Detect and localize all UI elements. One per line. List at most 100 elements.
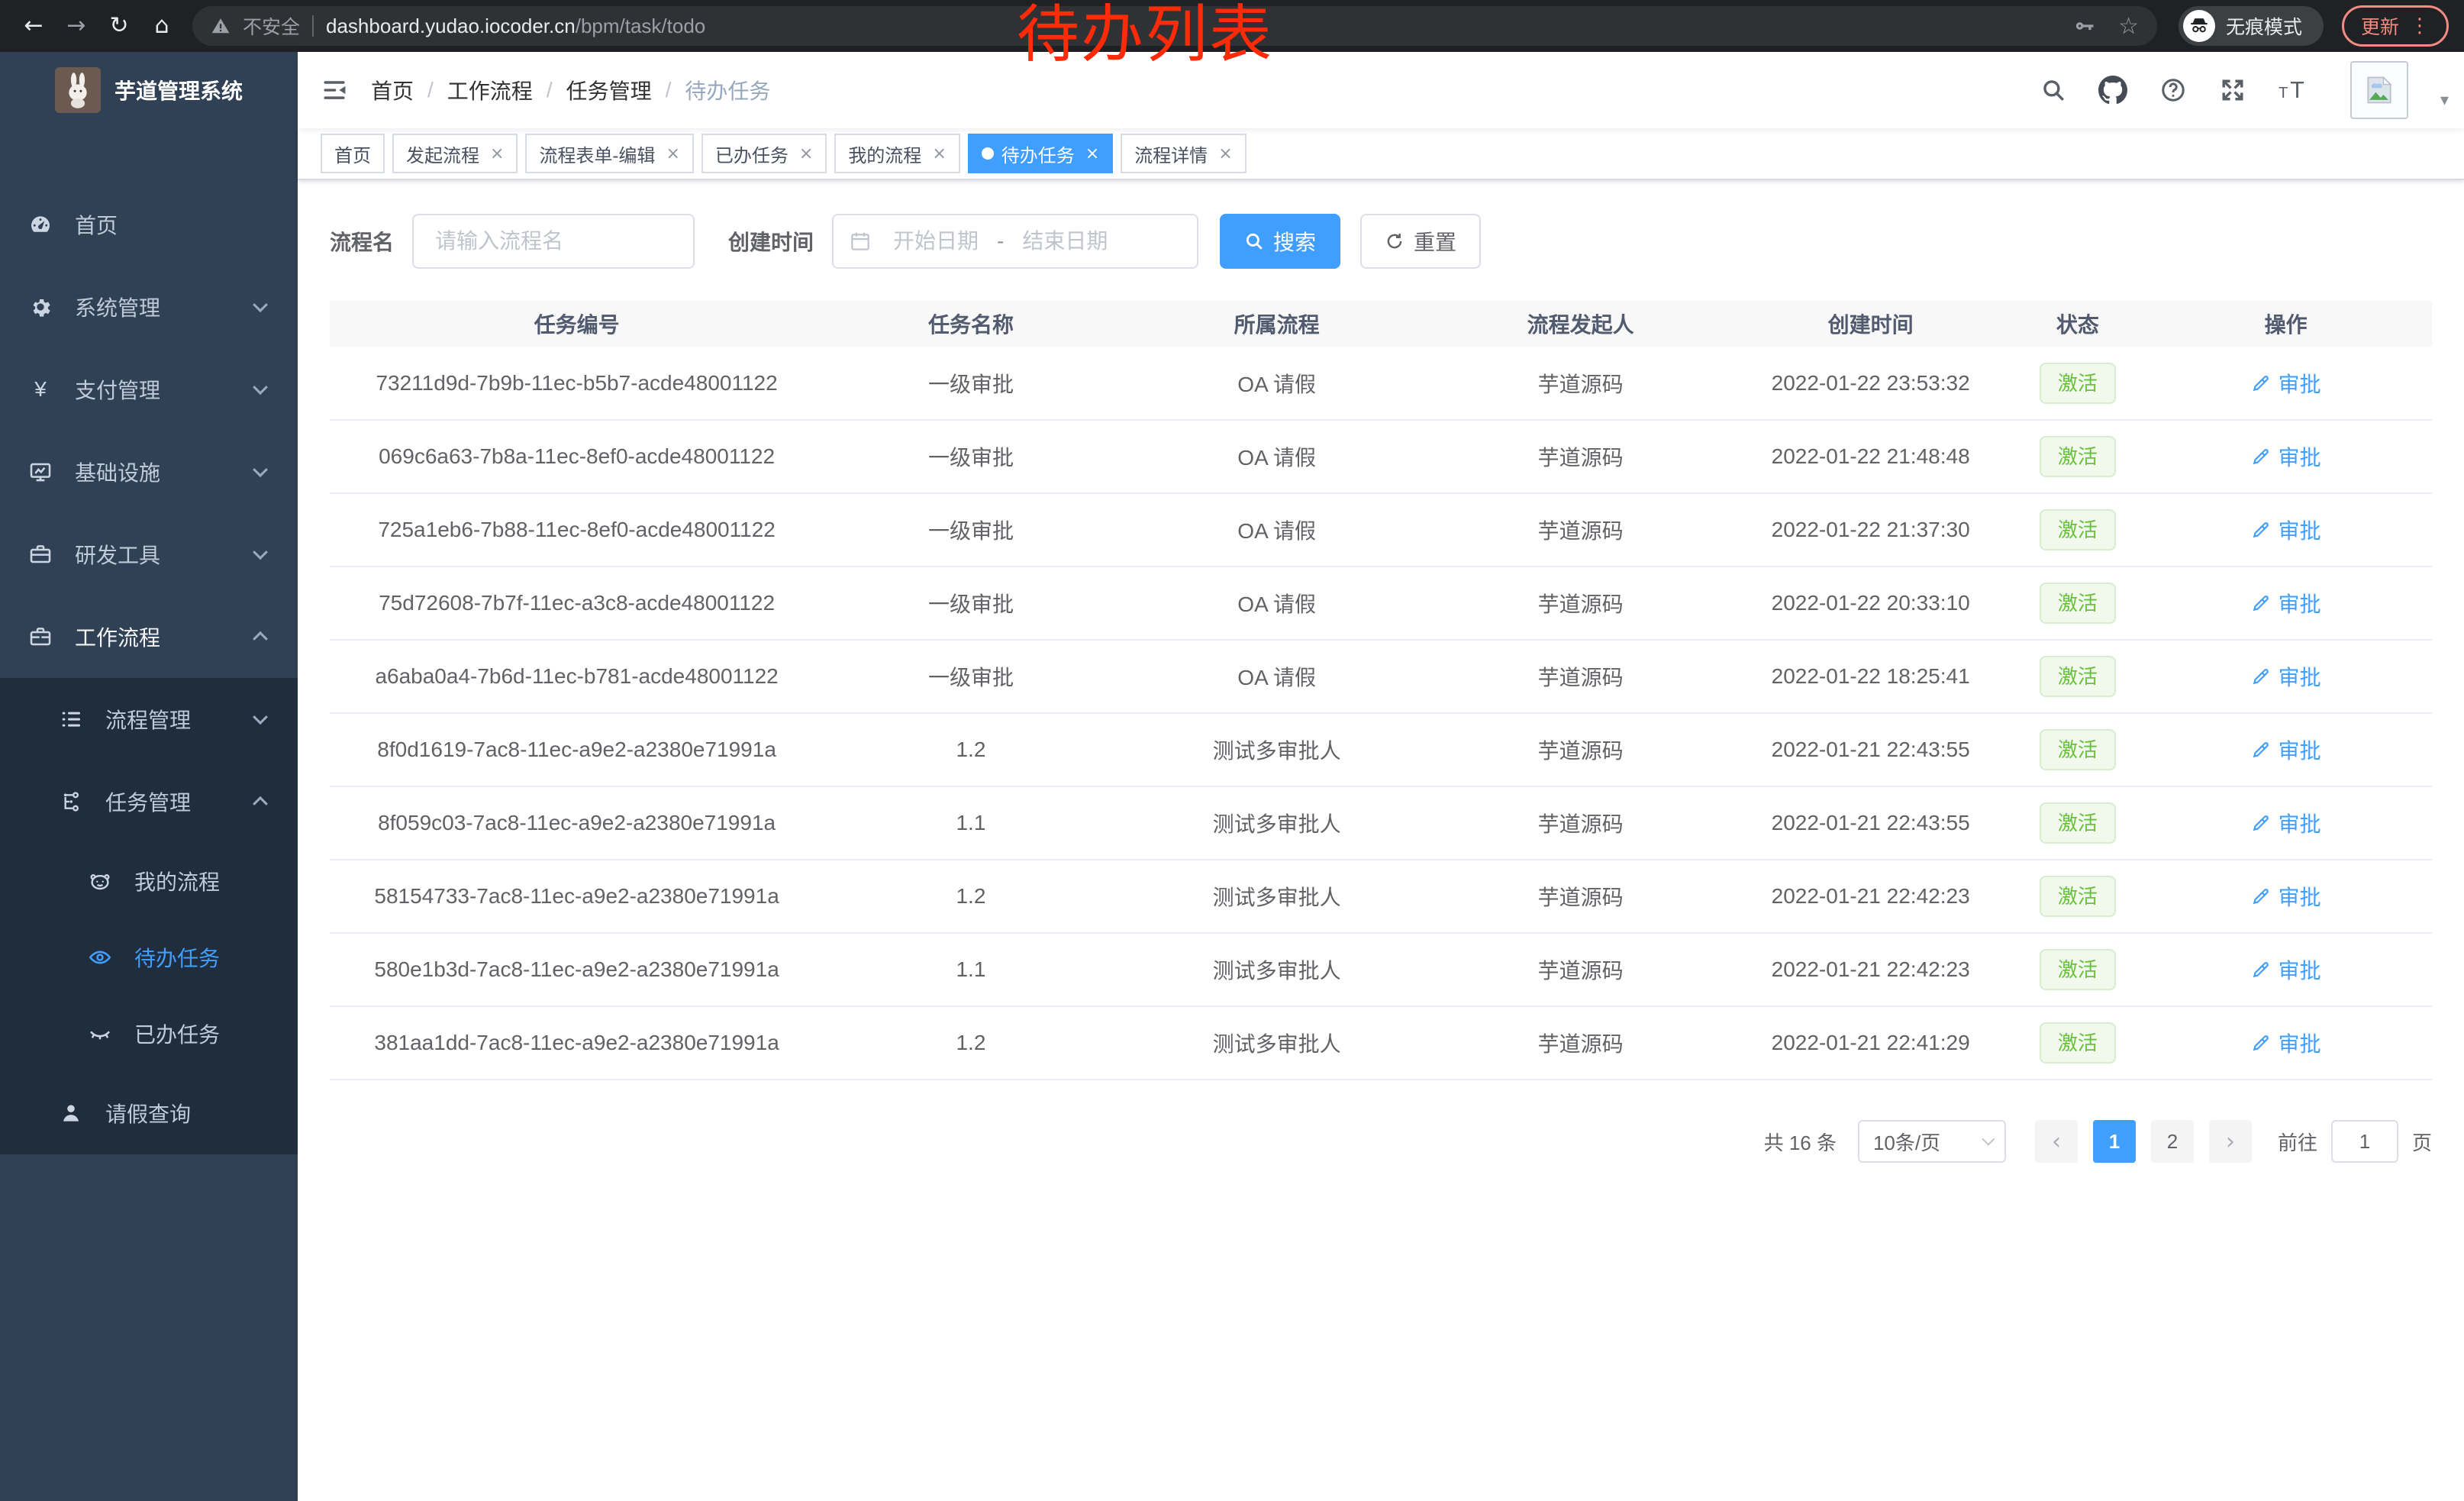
approve-link[interactable]: 审批 (2251, 1028, 2321, 1058)
fullscreen-icon[interactable] (2219, 76, 2246, 104)
github-icon[interactable] (2098, 76, 2127, 105)
table-row: 725a1eb6-7b88-11ec-8ef0-acde48001122一级审批… (330, 493, 2432, 567)
next-page-button[interactable]: › (2209, 1120, 2252, 1163)
eye-closed-icon (87, 1022, 113, 1046)
process-cell: 测试多审批人 (1118, 786, 1436, 860)
avatar[interactable] (2350, 61, 2408, 119)
breadcrumb-item[interactable]: 首页 (371, 75, 414, 105)
approve-link[interactable]: 审批 (2251, 661, 2321, 692)
sidebar-item-person[interactable]: 请假查询 (0, 1072, 298, 1154)
help-icon[interactable] (2159, 76, 2187, 104)
process-cell: OA 请假 (1118, 420, 1436, 493)
sidebar-item-eye-open[interactable]: 待办任务 (0, 919, 298, 996)
approve-label: 审批 (2279, 515, 2321, 545)
key-icon[interactable] (2072, 14, 2097, 38)
sidebar-item-yen[interactable]: ¥支付管理 (0, 348, 298, 431)
approve-link[interactable]: 审批 (2251, 734, 2321, 765)
search-button[interactable]: 搜索 (1220, 214, 1340, 269)
browser-menu-dots-icon[interactable]: ⋮ (2410, 15, 2430, 37)
navbar: 首页/工作流程/任务管理/待办任务 TT (298, 52, 2464, 128)
approve-label: 审批 (2279, 881, 2321, 912)
tab-待办任务[interactable]: 待办任务 × (968, 134, 1113, 173)
chevron-down-icon (253, 297, 268, 312)
tab-label: 我的流程 (848, 140, 921, 167)
browser-update-button[interactable]: 更新 ⋮ (2342, 5, 2449, 47)
end-date-input[interactable] (1007, 229, 1123, 253)
tab-首页[interactable]: 首页 (321, 134, 385, 173)
tab-已办任务[interactable]: 已办任务× (701, 134, 827, 173)
sidebar-item-monitor[interactable]: 基础设施 (0, 431, 298, 513)
approve-link[interactable]: 审批 (2251, 515, 2321, 545)
tab-close-icon[interactable]: × (932, 144, 946, 163)
approve-link[interactable]: 审批 (2251, 588, 2321, 618)
process-name-input[interactable] (412, 214, 695, 269)
approve-link[interactable]: 审批 (2251, 954, 2321, 985)
sidebar-item-dashboard[interactable]: 首页 (0, 183, 298, 266)
approve-link[interactable]: 审批 (2251, 368, 2321, 399)
status-badge: 激活 (2040, 509, 2116, 550)
start-date-input[interactable] (878, 229, 994, 253)
search-icon[interactable] (2040, 77, 2066, 103)
tab-close-icon[interactable]: × (666, 144, 679, 163)
tab-close-icon[interactable]: × (1218, 144, 1232, 163)
sidebar-item-face[interactable]: 我的流程 (0, 843, 298, 919)
action-cell: 审批 (2140, 860, 2432, 933)
status-cell: 激活 (2016, 933, 2140, 1006)
sidebar-item-briefcase[interactable]: 工作流程 (0, 596, 298, 678)
initiator-cell: 芋道源码 (1436, 786, 1726, 860)
page-size-select[interactable]: 10条/页 (1858, 1120, 2006, 1163)
action-cell: 审批 (2140, 713, 2432, 786)
sidebar-collapse-icon[interactable] (298, 52, 371, 128)
reload-icon[interactable]: ↻ (101, 8, 137, 44)
initiator-cell: 芋道源码 (1436, 933, 1726, 1006)
sidebar-item-gear[interactable]: 系统管理 (0, 266, 298, 348)
approve-link[interactable]: 审批 (2251, 881, 2321, 912)
sidebar-item-toolbox[interactable]: 研发工具 (0, 513, 298, 596)
reset-button[interactable]: 重置 (1360, 214, 1481, 269)
font-size-icon[interactable]: TT (2279, 76, 2312, 104)
status-cell: 激活 (2016, 347, 2140, 420)
home-icon[interactable]: ⌂ (144, 8, 180, 44)
status-badge: 激活 (2040, 1022, 2116, 1064)
goto-page-input[interactable] (2331, 1120, 2398, 1163)
tab-close-icon[interactable]: × (490, 144, 504, 163)
annotation-overlay: 待办列表 (1017, 0, 1273, 70)
process-cell: OA 请假 (1118, 347, 1436, 420)
approve-link[interactable]: 审批 (2251, 808, 2321, 838)
chevron-down-icon (253, 544, 268, 560)
process-cell: OA 请假 (1118, 493, 1436, 567)
page-button-2[interactable]: 2 (2151, 1120, 2194, 1163)
initiator-cell: 芋道源码 (1436, 420, 1726, 493)
tab-我的流程[interactable]: 我的流程 × (834, 134, 959, 173)
date-range-picker[interactable]: - (832, 214, 1198, 269)
sidebar-item-list-tree[interactable]: 流程管理 (0, 678, 298, 760)
prev-page-button[interactable]: ‹ (2035, 1120, 2078, 1163)
tab-发起流程[interactable]: 发起流程× (392, 134, 518, 173)
sidebar-logo: 芋道管理系统 (0, 52, 298, 128)
task-id-cell: a6aba0a4-7b6d-11ec-b781-acde48001122 (330, 640, 824, 713)
chevron-down-icon (253, 379, 268, 395)
avatar-caret-down-icon[interactable]: ▾ (2440, 91, 2449, 110)
tab-流程详情[interactable]: 流程详情× (1121, 134, 1246, 173)
bookmark-star-icon[interactable]: ☆ (2118, 13, 2139, 40)
breadcrumb-item[interactable]: 工作流程 (447, 75, 533, 105)
tab-close-icon[interactable]: × (1085, 144, 1099, 163)
create-time-cell: 2022-01-22 21:48:48 (1726, 420, 2016, 493)
approve-link[interactable]: 审批 (2251, 441, 2321, 472)
tab-流程表单-编辑[interactable]: 流程表单-编辑× (525, 134, 693, 173)
table-row: 8f0d1619-7ac8-11ec-a9e2-a2380e71991a1.2测… (330, 713, 2432, 786)
sidebar-item-eye-closed[interactable]: 已办任务 (0, 996, 298, 1072)
page-button-1[interactable]: 1 (2093, 1120, 2136, 1163)
back-icon[interactable]: ← (15, 8, 52, 44)
breadcrumb-separator: / (427, 78, 434, 102)
breadcrumb-separator: / (547, 78, 553, 102)
forward-icon[interactable]: → (58, 8, 95, 44)
create-time-cell: 2022-01-21 22:43:55 (1726, 713, 2016, 786)
breadcrumb-item[interactable]: 任务管理 (566, 75, 652, 105)
tab-label: 待办任务 (1001, 140, 1075, 167)
status-cell: 激活 (2016, 567, 2140, 640)
tab-close-icon[interactable]: × (799, 144, 813, 163)
sidebar-item-flow[interactable]: 任务管理 (0, 760, 298, 843)
create-time-cell: 2022-01-22 21:37:30 (1726, 493, 2016, 567)
action-cell: 审批 (2140, 493, 2432, 567)
